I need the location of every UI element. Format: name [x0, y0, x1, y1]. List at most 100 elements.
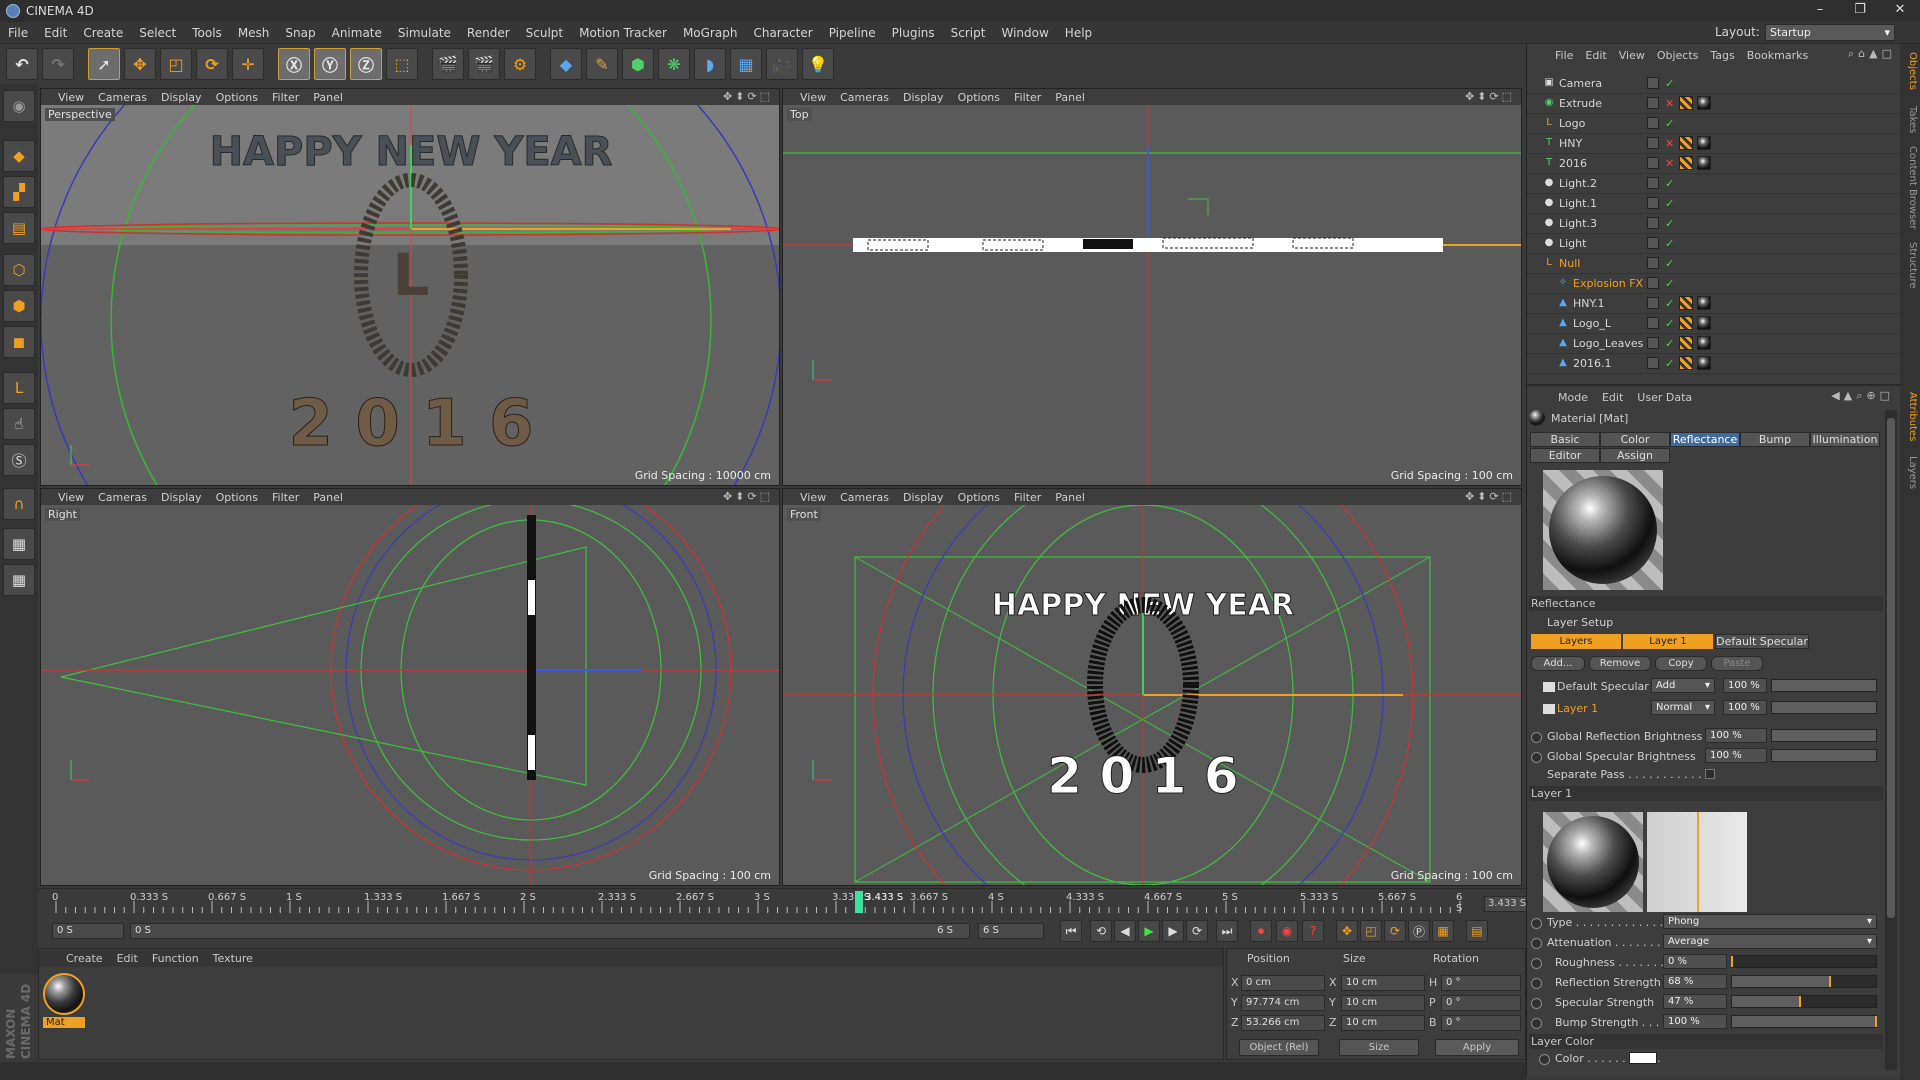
- menu-edit[interactable]: Edit: [36, 26, 75, 40]
- vp-menu-options[interactable]: Options: [951, 91, 1007, 104]
- attribute-scrollbar[interactable]: [1885, 410, 1897, 1070]
- mat-menu-edit[interactable]: Edit: [110, 952, 145, 965]
- rotation-b-field[interactable]: 0 °: [1441, 1015, 1521, 1031]
- animate-radio[interactable]: [1531, 958, 1542, 969]
- object-name[interactable]: Light.3: [1559, 217, 1597, 230]
- tag-icon[interactable]: [1679, 356, 1693, 370]
- axis-mode-icon[interactable]: L: [3, 372, 35, 404]
- scale-tool-icon[interactable]: ◰: [160, 48, 192, 80]
- side-tab-attributes[interactable]: Attributes: [1902, 392, 1918, 441]
- layer-name-default-specular[interactable]: Default Specular: [1557, 680, 1649, 693]
- object-row[interactable]: ▲ 2016.1 ✓: [1527, 354, 1901, 374]
- enabled-check-icon[interactable]: ✓: [1665, 277, 1674, 290]
- snap-icon[interactable]: Ⓢ: [3, 444, 35, 476]
- viewport-front[interactable]: View Cameras Display Options Filter Pane…: [782, 488, 1522, 886]
- tag-icon[interactable]: [1679, 156, 1693, 170]
- model-mode-icon[interactable]: ◆: [3, 140, 35, 172]
- layer-color-swatch[interactable]: [1647, 77, 1659, 89]
- side-tab-objects[interactable]: Objects: [1902, 52, 1918, 90]
- object-name[interactable]: Explosion FX: [1573, 277, 1643, 290]
- vp-menu-display[interactable]: Display: [896, 491, 951, 504]
- enabled-check-icon[interactable]: ✓: [1665, 177, 1674, 190]
- layer-color-swatch[interactable]: [1647, 317, 1659, 329]
- enabled-check-icon[interactable]: ✓: [1665, 77, 1674, 90]
- bump-strength-field[interactable]: 100 %: [1663, 1014, 1727, 1029]
- vp-menu-cameras[interactable]: Cameras: [91, 491, 154, 504]
- enabled-check-icon[interactable]: ✓: [1665, 117, 1674, 130]
- spline-pen-icon[interactable]: ✎: [586, 48, 618, 80]
- slider-handle[interactable]: [1828, 976, 1831, 987]
- layer1-tab-button[interactable]: Layer 1: [1623, 634, 1713, 649]
- make-editable-icon[interactable]: ◉: [3, 90, 35, 122]
- object-row[interactable]: ● Light ✓: [1527, 234, 1901, 254]
- keyframe-selection-icon[interactable]: ?: [1302, 920, 1324, 942]
- menu-character[interactable]: Character: [745, 26, 820, 40]
- eye-icon[interactable]: [1543, 682, 1555, 692]
- enabled-check-icon[interactable]: ✓: [1665, 257, 1674, 270]
- live-selection-icon[interactable]: ✛: [232, 48, 264, 80]
- roughness-field[interactable]: 0 %: [1663, 954, 1727, 969]
- object-row[interactable]: ● Light.3 ✓: [1527, 214, 1901, 234]
- vp-menu-view[interactable]: View: [51, 491, 91, 504]
- go-to-end-icon[interactable]: ⏭: [1216, 920, 1238, 942]
- animate-radio[interactable]: [1531, 752, 1542, 763]
- slider-handle[interactable]: [1731, 956, 1733, 967]
- animate-radio[interactable]: [1531, 918, 1542, 929]
- menu-mograph[interactable]: MoGraph: [675, 26, 746, 40]
- key-parameter-icon[interactable]: Ⓟ: [1408, 920, 1430, 942]
- object-name[interactable]: Null: [1559, 257, 1580, 270]
- position-x-field[interactable]: 0 cm: [1241, 975, 1325, 991]
- points-mode-icon[interactable]: ⬡: [3, 254, 35, 286]
- animate-radio[interactable]: [1539, 1054, 1550, 1065]
- material-preview[interactable]: [1543, 470, 1663, 590]
- disabled-icon[interactable]: ✕: [1665, 157, 1674, 170]
- global-reflection-field[interactable]: 100 %: [1705, 728, 1767, 743]
- render-settings-icon[interactable]: ⚙: [504, 48, 536, 80]
- object-name[interactable]: 2016.1: [1573, 357, 1612, 370]
- bump-strength-slider[interactable]: [1731, 1015, 1877, 1028]
- material-tag-icon[interactable]: [1697, 96, 1711, 110]
- tab-assign[interactable]: Assign: [1600, 448, 1670, 463]
- object-row[interactable]: L Null ✓: [1527, 254, 1901, 274]
- material-tag-icon[interactable]: [1697, 296, 1711, 310]
- object-row[interactable]: ▲ HNY.1 ✓: [1527, 294, 1901, 314]
- vp-menu-panel[interactable]: Panel: [306, 491, 350, 504]
- animate-radio[interactable]: [1531, 1018, 1542, 1029]
- size-z-field[interactable]: 10 cm: [1341, 1015, 1425, 1031]
- layout-select[interactable]: Startup: [1765, 24, 1895, 41]
- object-row[interactable]: ● Light.1 ✓: [1527, 194, 1901, 214]
- menu-pipeline[interactable]: Pipeline: [821, 26, 884, 40]
- floor-icon[interactable]: ▦: [730, 48, 762, 80]
- animate-radio[interactable]: [1531, 978, 1542, 989]
- object-row[interactable]: ✧ Explosion FX ✓: [1527, 274, 1901, 294]
- layer-color-swatch[interactable]: [1647, 257, 1659, 269]
- vp-menu-panel[interactable]: Panel: [1048, 491, 1092, 504]
- disabled-icon[interactable]: ✕: [1665, 97, 1674, 110]
- object-name[interactable]: Logo_L: [1573, 317, 1611, 330]
- object-row[interactable]: ▲ Logo_Leaves ✓: [1527, 334, 1901, 354]
- attenuation-dropdown[interactable]: Average: [1663, 934, 1877, 949]
- object-row[interactable]: ▲ Logo_L ✓: [1527, 314, 1901, 334]
- layer-color-swatch[interactable]: [1647, 117, 1659, 129]
- material-tag-icon[interactable]: [1697, 156, 1711, 170]
- menu-animate[interactable]: Animate: [324, 26, 390, 40]
- enabled-check-icon[interactable]: ✓: [1665, 357, 1674, 370]
- vp-menu-view[interactable]: View: [51, 91, 91, 104]
- object-name[interactable]: Light.1: [1559, 197, 1597, 210]
- cloner-icon[interactable]: ❋: [658, 48, 690, 80]
- vp-menu-filter[interactable]: Filter: [1007, 91, 1048, 104]
- object-name[interactable]: Camera: [1559, 77, 1602, 90]
- animate-radio[interactable]: [1531, 732, 1542, 743]
- menu-render[interactable]: Render: [459, 26, 518, 40]
- timeline-ruler[interactable]: 0 0.333 S 0.667 S 1 S 1.333 S 1.667 S 2 S 2.333…: [38, 888, 1528, 916]
- menu-simulate[interactable]: Simulate: [390, 26, 459, 40]
- separate-pass-checkbox[interactable]: [1705, 769, 1715, 779]
- vp-menu-cameras[interactable]: Cameras: [91, 91, 154, 104]
- deformer-icon[interactable]: ◗: [694, 48, 726, 80]
- camera-icon[interactable]: 🎥: [766, 48, 798, 80]
- material-tag-icon[interactable]: [1697, 316, 1711, 330]
- viewport-nav-icons[interactable]: ✥⬍⟳⬚: [723, 490, 773, 503]
- default-specular-amount-field[interactable]: 100 %: [1723, 678, 1767, 693]
- object-name[interactable]: Logo_Leaves: [1573, 337, 1643, 350]
- tag-icon[interactable]: [1679, 136, 1693, 150]
